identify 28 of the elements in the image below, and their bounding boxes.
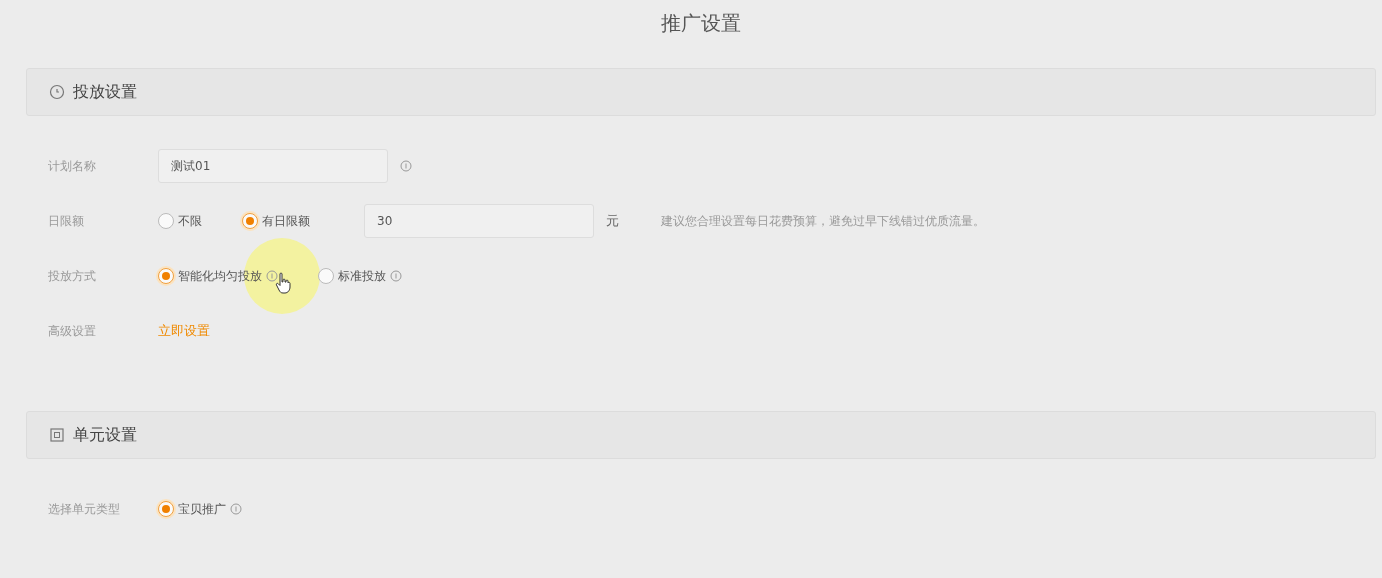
input-field[interactable]: 测试01 [158, 149, 388, 183]
radio-button[interactable] [158, 268, 174, 284]
radio-button[interactable] [318, 268, 334, 284]
section-title: 投放设置 [73, 81, 137, 103]
radio-button[interactable] [242, 213, 258, 229]
budget-field[interactable]: 30 [364, 204, 594, 238]
option-label[interactable]: 有日限额 [262, 212, 310, 230]
field-label: 高级设置 [48, 322, 97, 340]
field-label: 选择单元类型 [48, 500, 121, 518]
panel-icon [49, 427, 65, 443]
radio-button[interactable] [158, 501, 174, 517]
unit-label: 元 [606, 212, 619, 230]
field-label: 投放方式 [48, 267, 97, 285]
field-label: 日限额 [48, 212, 85, 230]
section-title: 单元设置 [73, 424, 137, 446]
page-title: 推广设置 [660, 10, 742, 37]
option-label[interactable]: 标准投放 [338, 267, 386, 285]
budget-hint: 建议您合理设置每日花费预算，避免过早下线错过优质流量。 [661, 212, 985, 230]
option-label[interactable]: 不限 [178, 212, 202, 230]
help-icon[interactable] [266, 270, 278, 282]
option-label[interactable]: 宝贝推广 [178, 500, 226, 518]
option-label[interactable]: 智能化均匀投放 [178, 267, 262, 285]
clock-icon [49, 84, 65, 100]
radio-button[interactable] [158, 213, 174, 229]
help-icon[interactable] [230, 503, 242, 515]
field-label: 计划名称 [48, 157, 97, 175]
help-icon[interactable] [400, 160, 412, 172]
help-icon[interactable] [390, 270, 402, 282]
